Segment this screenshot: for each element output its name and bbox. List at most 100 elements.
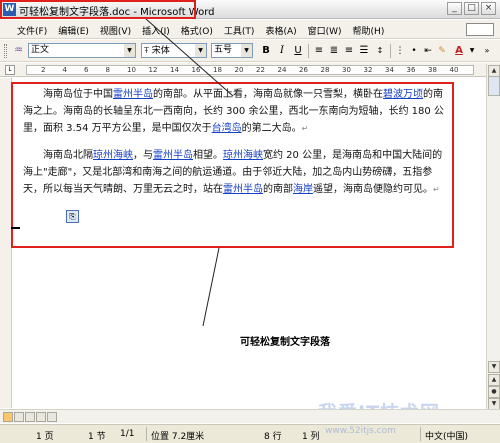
hyperlink[interactable]: 琼州海峡 [223, 150, 263, 161]
ruler-number: 16 [191, 66, 201, 74]
status-page: 1 页 [36, 432, 54, 442]
chevron-down-icon[interactable]: ▼ [465, 44, 479, 58]
font-size-value: 五号 [214, 45, 233, 55]
hyperlink[interactable]: 雷州半岛 [223, 184, 263, 195]
horizontal-ruler[interactable]: L 2 4 6 8 10 12 14 16 18 20 22 24 26 28 30 32 34 36 38 40 [0, 63, 500, 77]
decrease-indent-icon[interactable]: ⇤ [421, 44, 435, 58]
text-run: 相望。 [193, 150, 223, 161]
view-bar [0, 409, 500, 423]
ruler-number: 34 [385, 66, 394, 74]
menu-tools[interactable]: 工具(T) [219, 23, 260, 38]
reading-view-icon[interactable] [47, 412, 57, 422]
annotation-label: 可轻松复制文字段落 [240, 337, 330, 348]
menu-window[interactable]: 窗口(W) [303, 23, 347, 38]
text-run: ，与 [133, 150, 153, 161]
hyperlink[interactable]: 雷州半岛 [113, 89, 153, 100]
paste-options-icon[interactable]: ⎘ [66, 210, 79, 223]
chevron-down-icon: ▼ [241, 44, 252, 57]
paragraph-mark-icon: ↵ [433, 185, 440, 194]
minimize-button[interactable]: _ [447, 2, 462, 15]
toolbar-options-icon[interactable]: » [480, 44, 494, 58]
text-cursor [11, 227, 20, 229]
menu-edit[interactable]: 编辑(E) [53, 23, 94, 38]
paragraph-2[interactable]: 海南岛北隔琼州海峡，与雷州半岛相望。琼州海峡宽约 20 公里，是海南岛和中国大陆… [23, 147, 451, 198]
ruler-number: 12 [148, 66, 158, 74]
status-column: 1 列 [302, 432, 320, 442]
align-center-icon[interactable]: ≣ [327, 44, 341, 58]
menu-bar: 文件(F) 编辑(E) 视图(V) 插入(I) 格式(O) 工具(T) 表格(A… [0, 20, 500, 39]
numbered-list-icon[interactable]: ⋮ [393, 44, 407, 58]
text-run: 的南部 [263, 184, 293, 195]
bulleted-list-icon[interactable]: • [407, 44, 421, 58]
menu-file[interactable]: 文件(F) [12, 23, 52, 38]
text-run: 的第二大岛。 [241, 123, 302, 134]
toolbar-grip[interactable] [4, 44, 7, 58]
menu-help[interactable]: 帮助(H) [348, 23, 390, 38]
status-separator [420, 427, 421, 441]
align-left-icon[interactable]: ≡ [312, 44, 326, 58]
hyperlink[interactable]: 台湾岛 [212, 123, 242, 134]
toolbar-separator [308, 44, 309, 58]
watermark-url: www.52itjs.com [325, 426, 396, 436]
hyperlink[interactable]: 海岸 [293, 184, 313, 195]
ruler-number: 30 [342, 66, 351, 74]
help-search-box[interactable] [466, 23, 494, 36]
ruler-number: 20 [234, 66, 244, 74]
font-size-select[interactable]: 五号 ▼ [211, 43, 253, 58]
close-button[interactable]: × [481, 2, 496, 15]
menu-format[interactable]: 格式(O) [176, 23, 218, 38]
align-right-icon[interactable]: ≡ [342, 44, 356, 58]
styles-pane-icon[interactable]: ♒ [12, 44, 25, 57]
menu-table[interactable]: 表格(A) [260, 23, 301, 38]
font-color-button[interactable]: A [452, 44, 466, 58]
previous-page-icon[interactable]: ▲ [488, 374, 500, 386]
title-bar: W 可轻松复制文字段落.doc - Microsoft Word _ □ × [0, 0, 500, 19]
status-page-of: 1/1 [120, 429, 135, 439]
ruler-number: 24 [277, 66, 287, 74]
ruler-number: 26 [299, 66, 308, 74]
ruler-number: 28 [320, 66, 330, 74]
title-highlight-box [0, 0, 196, 19]
underline-button[interactable]: U [291, 44, 305, 58]
bold-button[interactable]: B [259, 44, 273, 58]
status-position: 位置 7.2厘米 [151, 432, 205, 442]
ruler-number: 22 [256, 66, 265, 74]
ruler-number: 8 [105, 66, 110, 74]
tab-stop-selector-icon[interactable]: L [5, 65, 15, 75]
ruler-scale[interactable]: 2 4 6 8 10 12 14 16 18 20 22 24 26 28 30 32 34 36 38 40 [26, 65, 474, 75]
font-select-value: 宋体 [151, 46, 170, 56]
italic-button[interactable]: I [275, 44, 289, 58]
font-select[interactable]: Ŧ 宋体 ▼ [141, 43, 207, 58]
outline-view-icon[interactable] [36, 412, 46, 422]
ruler-number: 18 [213, 66, 222, 74]
line-spacing-icon[interactable]: ↕ [373, 44, 387, 58]
text-run: 遥望，海南岛便隐约可见。 [313, 184, 433, 195]
scroll-down-icon[interactable]: ▼ [488, 361, 500, 373]
hyperlink[interactable]: 碧波万顷 [383, 89, 423, 100]
paragraph-mark-icon: ↵ [301, 124, 309, 133]
status-separator [146, 427, 147, 441]
status-line: 8 行 [264, 432, 282, 442]
normal-view-icon[interactable] [3, 412, 13, 422]
chevron-down-icon: ▼ [195, 44, 206, 57]
maximize-button[interactable]: □ [464, 2, 479, 15]
menu-insert[interactable]: 插入(I) [137, 23, 175, 38]
text-run: 的南部。从平面上看，海南岛就像一只雪梨，横卧在 [153, 89, 383, 100]
print-view-icon[interactable] [25, 412, 35, 422]
menu-view[interactable]: 视图(V) [95, 23, 136, 38]
toolbar-separator [390, 44, 391, 58]
highlight-icon[interactable]: ✎ [435, 44, 449, 58]
style-select-value: 正文 [31, 45, 50, 55]
browse-object-icon[interactable]: ● [488, 386, 500, 398]
hyperlink[interactable]: 雷州半岛 [153, 150, 193, 161]
paragraph-1[interactable]: 海南岛位于中国雷州半岛的南部。从平面上看，海南岛就像一只雪梨，横卧在碧波万顷的南… [23, 86, 451, 137]
ruler-number: 40 [449, 66, 459, 74]
ruler-number: 38 [428, 66, 437, 74]
style-select[interactable]: 正文 ▼ [28, 43, 136, 58]
web-view-icon[interactable] [14, 412, 24, 422]
scroll-thumb[interactable] [488, 76, 500, 96]
justify-icon[interactable]: ☰ [357, 44, 371, 58]
vertical-scrollbar[interactable]: ▲ ▼ ▲ ● ▼ [486, 64, 500, 411]
hyperlink[interactable]: 琼州海峡 [93, 150, 133, 161]
window-controls: _ □ × [447, 2, 496, 15]
